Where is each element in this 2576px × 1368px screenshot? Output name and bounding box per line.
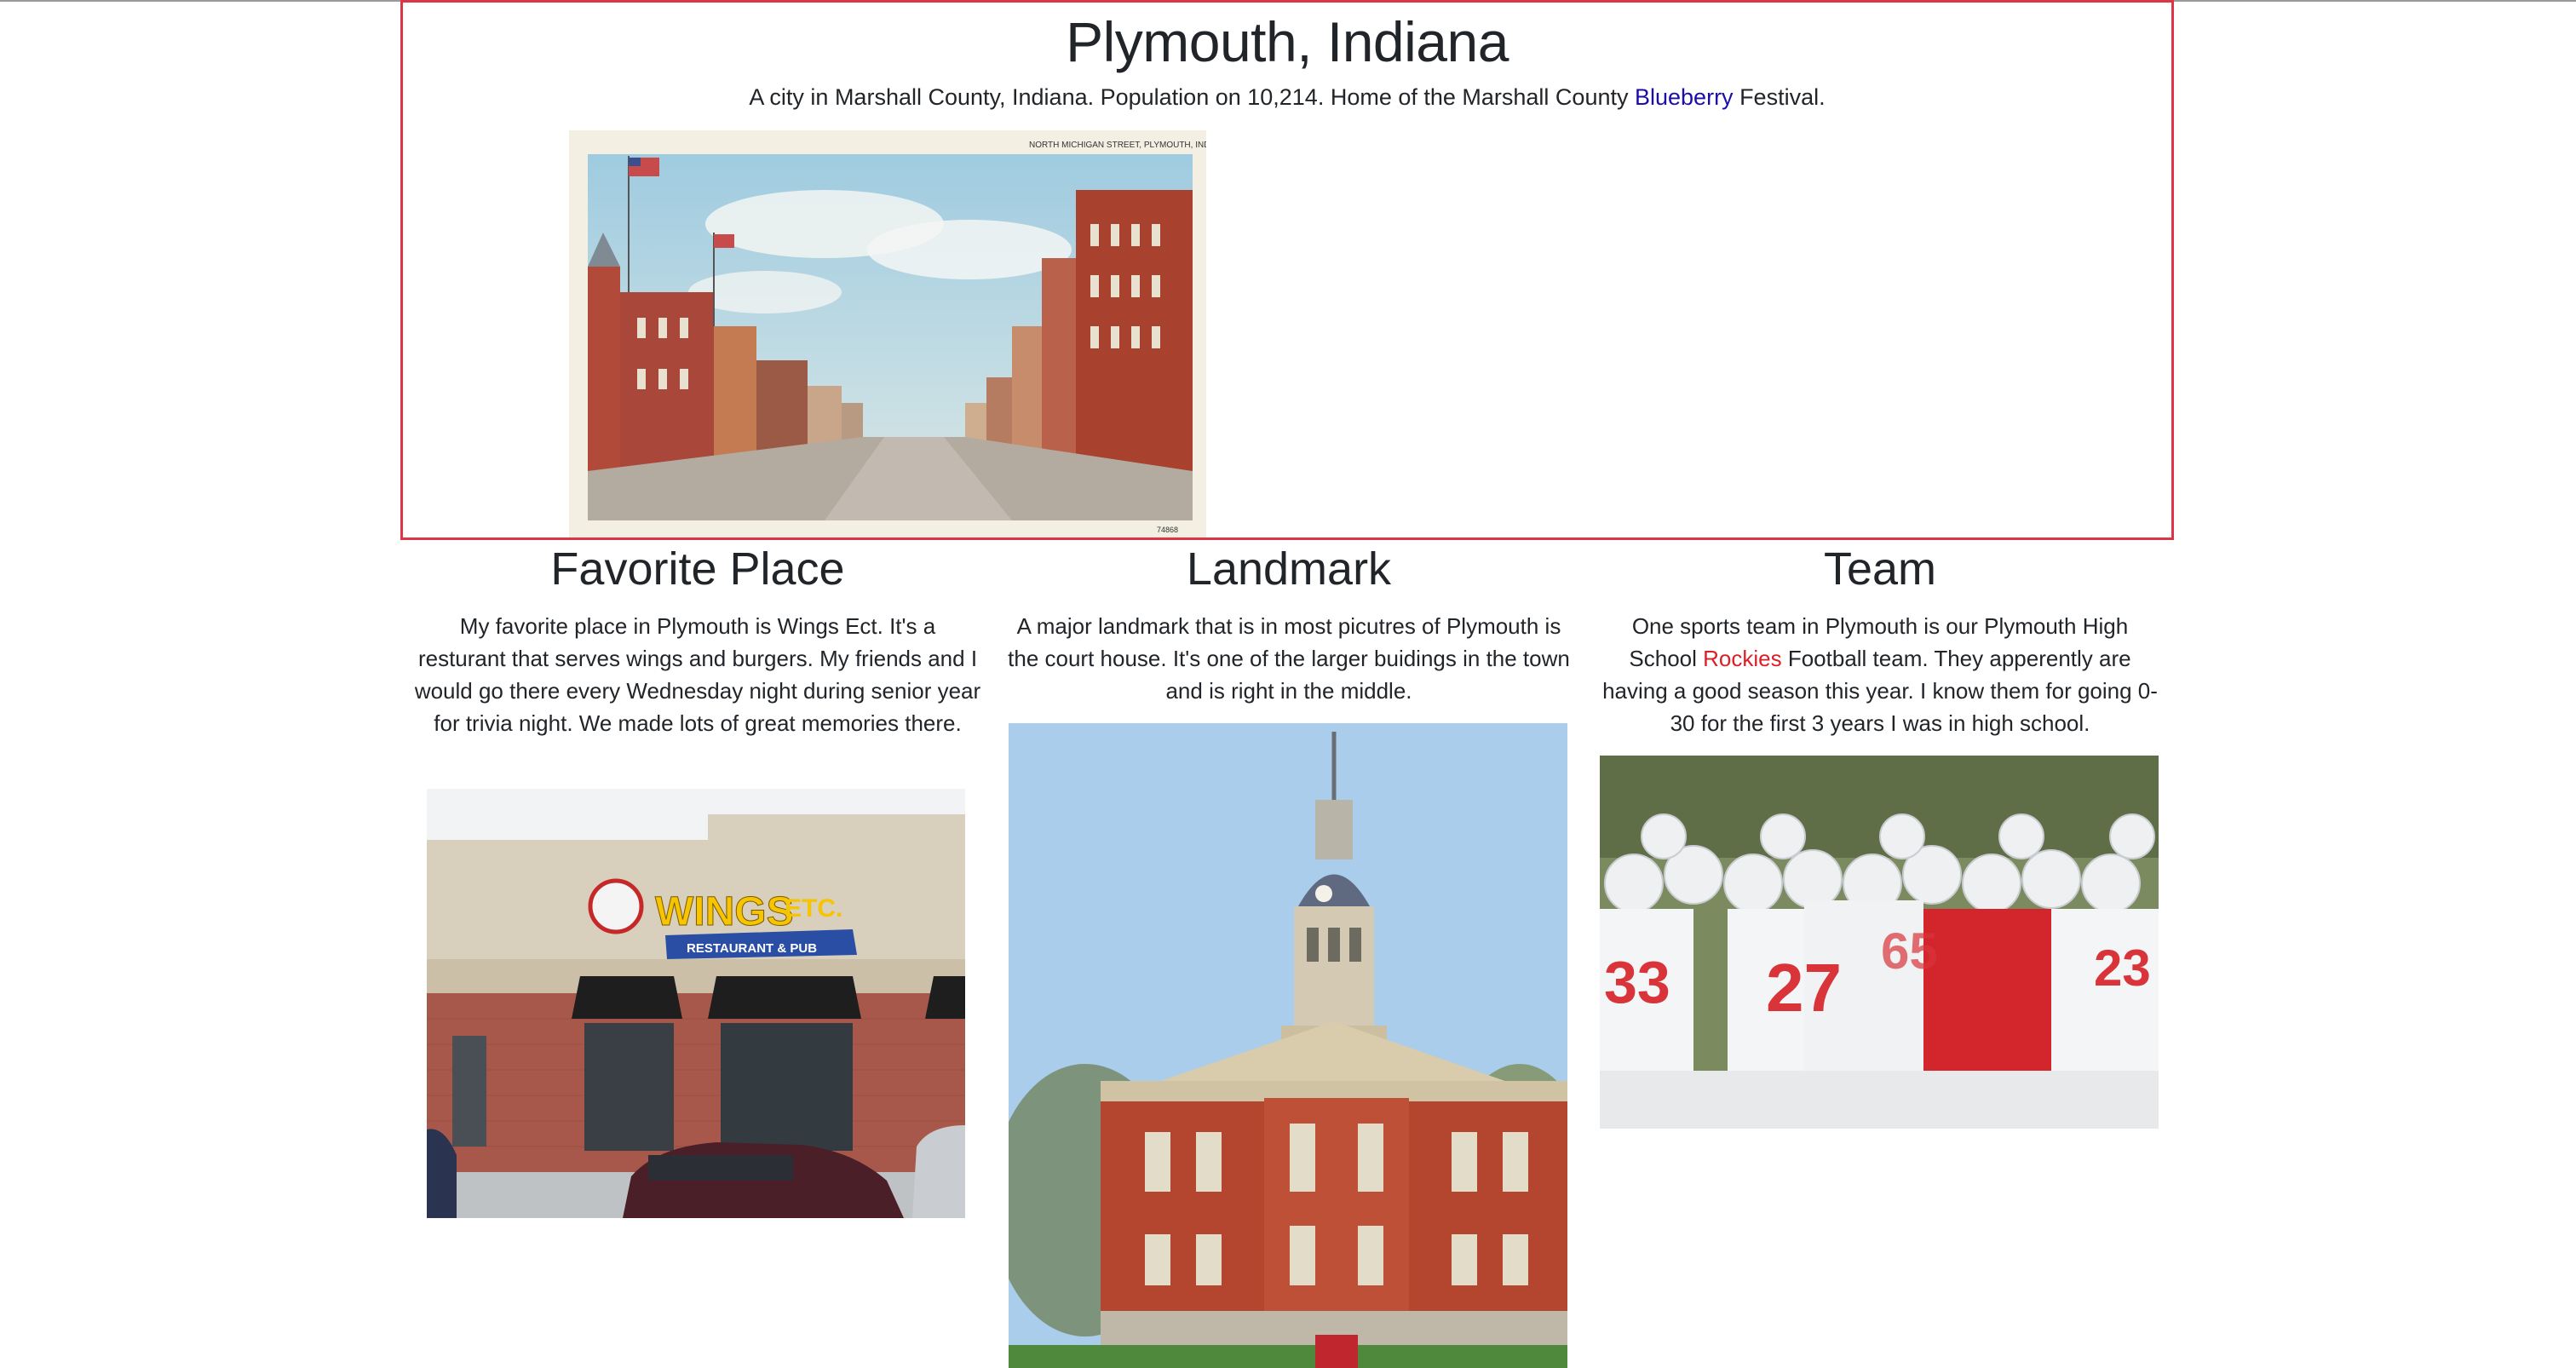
rockies-highlight: Rockies	[1703, 646, 1782, 671]
favorite-place-heading: Favorite Place	[550, 543, 845, 595]
jersey-number-2: 27	[1766, 950, 1842, 1026]
jersey-number-4: 23	[2094, 940, 2151, 997]
hero-description-end: Festival.	[1733, 84, 1826, 110]
wings-sign-text: WINGS	[655, 889, 794, 934]
wings-sign-sub: RESTAURANT & PUB	[687, 941, 817, 956]
favorite-place-column: Favorite Place My favorite place in Plym…	[414, 542, 981, 739]
blueberry-highlight: Blueberry	[1635, 84, 1734, 110]
courthouse-image	[1009, 723, 1567, 1368]
football-team-image: 33 27 65 23	[1600, 756, 2159, 1129]
jersey-number-1: 33	[1604, 949, 1670, 1015]
landmark-heading: Landmark	[1186, 543, 1392, 595]
page-title: Plymouth, Indiana	[1066, 10, 1509, 73]
team-column: Team One sports team in Plymouth is our …	[1596, 542, 2164, 739]
hero-description: A city in Marshall County, Indiana. Popu…	[403, 81, 2171, 113]
svg-text:74868: 74868	[1157, 526, 1178, 534]
team-heading: Team	[1823, 543, 1937, 595]
wings-sign-etc: ETC.	[785, 894, 842, 923]
team-text: One sports team in Plymouth is our Plymo…	[1596, 610, 2164, 739]
favorite-place-text: My favorite place in Plymouth is Wings E…	[414, 613, 981, 736]
landmark-text: A major landmark that is in most picutre…	[1008, 613, 1570, 704]
postcard-caption: NORTH MICHIGAN STREET, PLYMOUTH, IND.	[1029, 141, 1206, 150]
jersey-number-3: 65	[1881, 923, 1938, 980]
main-street-postcard-image: NORTH MICHIGAN STREET, PLYMOUTH, IND. 74…	[569, 130, 1206, 537]
hero-description-text: A city in Marshall County, Indiana. Popu…	[749, 84, 1635, 110]
landmark-column: Landmark A major landmark that is in mos…	[1005, 542, 1573, 707]
wings-etc-image: WINGS ETC. RESTAURANT & PUB	[427, 789, 965, 1218]
